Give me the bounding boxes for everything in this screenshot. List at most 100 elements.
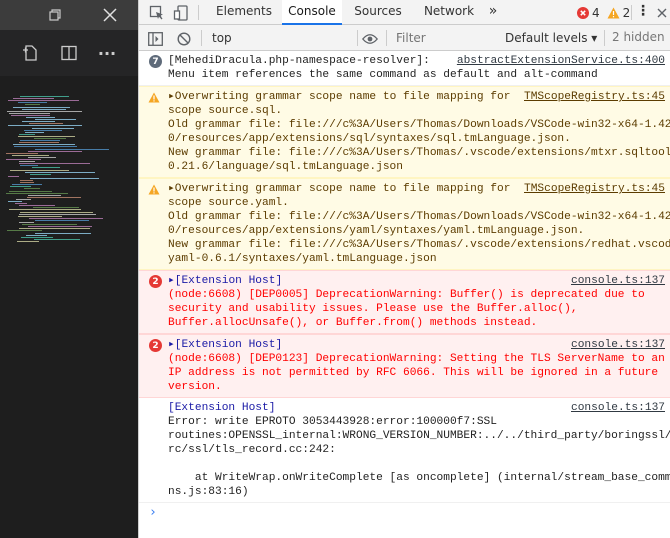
message-line: at WriteWrap.onWriteComplete [as oncompl…	[168, 472, 670, 484]
minimap-code-line	[34, 238, 80, 240]
eye-icon	[361, 33, 378, 44]
minimap-code-line	[33, 207, 79, 209]
message-line: rc/ssl/tls_record.cc:242:	[168, 444, 336, 456]
console-filter-input[interactable]	[391, 29, 497, 47]
message-line: 0.21.6/language/sql.tmLanguage.json	[168, 161, 403, 173]
warning-count: 2	[622, 5, 631, 20]
source-link[interactable]: console.ts:137	[571, 338, 665, 352]
message-line: ns.js:83:16)	[168, 486, 249, 498]
vscode-titlebar	[0, 0, 138, 30]
minimap-code-line	[35, 119, 76, 121]
close-icon	[103, 8, 117, 22]
message-line: 0/resources/app/extensions/sql/syntaxes/…	[168, 133, 571, 145]
minimap-code-line	[17, 240, 39, 242]
console-log-message[interactable]: console.ts:137 [Extension Host] Error: wri…	[139, 398, 670, 503]
source-link[interactable]: console.ts:137	[571, 274, 665, 288]
minimap-code-line	[22, 121, 55, 123]
minimap-code-line	[35, 219, 89, 221]
tab-network[interactable]: Network	[416, 0, 482, 25]
minimap-code-line	[20, 182, 34, 184]
more-actions-button[interactable]: ···	[94, 42, 120, 64]
minimap-code-line	[18, 215, 62, 217]
filterbar-divider	[357, 30, 358, 46]
clear-console-button[interactable]	[174, 29, 193, 48]
minimap-code-line	[25, 104, 40, 106]
console-error-message[interactable]: 2 console.ts:137 ▸[Extension Host] (node:66…	[139, 270, 670, 334]
message-line: (node:6608) [DEP0123] DeprecationWarning…	[168, 353, 665, 365]
console-warning-message[interactable]: TMScopeRegistry.ts:45 ▸Overwriting gramma…	[139, 86, 670, 178]
device-toolbar-button[interactable]	[171, 3, 190, 22]
tabbar-divider	[198, 5, 199, 20]
context-selector[interactable]: top	[205, 28, 353, 48]
devtools-tabbar: Elements Console Sources Network » 4 2 ⋮	[139, 0, 670, 25]
inspect-element-button[interactable]	[147, 3, 166, 22]
close-devtools-button[interactable]	[652, 3, 670, 22]
minimap-code-line	[9, 112, 50, 114]
minimap-code-line	[29, 217, 103, 219]
minimap-code-line	[28, 150, 82, 152]
console-error-message[interactable]: 2 console.ts:137 ▸[Extension Host] (node:66…	[139, 334, 670, 398]
minimap-code-line	[18, 102, 47, 104]
minimap-code-line	[10, 169, 69, 171]
minimap-code-line	[6, 192, 68, 194]
minimap-code-line	[7, 110, 82, 112]
tab-elements[interactable]: Elements	[209, 0, 279, 25]
show-sidebar-button[interactable]	[146, 29, 165, 48]
context-selector-value: top	[212, 31, 232, 45]
minimap-code-line	[16, 198, 31, 200]
message-line: security and usability issues. Please us…	[168, 303, 578, 315]
message-line: Buffer.allocUnsafe(), or Buffer.from() m…	[168, 317, 538, 329]
tab-console[interactable]: Console	[282, 0, 342, 25]
minimap-code-line	[19, 161, 35, 163]
minimap-code-line	[11, 114, 50, 116]
sidebar-icon	[148, 31, 163, 46]
minimap-code-line	[28, 194, 61, 196]
minimap-code-line	[18, 135, 75, 137]
minimap-code-line	[10, 186, 31, 188]
split-editor-button[interactable]	[58, 42, 80, 64]
split-editor-icon	[61, 45, 77, 61]
minimap-code-line	[13, 106, 70, 108]
minimap-code-line	[20, 96, 69, 97]
error-count: 4	[592, 5, 600, 20]
tab-sources[interactable]: Sources	[346, 0, 410, 25]
minimap-code-line	[35, 148, 109, 150]
source-link[interactable]: TMScopeRegistry.ts:45	[524, 90, 665, 104]
log-levels-label: Default levels ▾	[505, 31, 598, 45]
error-counter[interactable]: 4 2	[577, 4, 630, 21]
filterbar-divider	[201, 30, 202, 46]
repeat-count-badge: 7	[149, 55, 162, 68]
live-expression-button[interactable]	[360, 29, 379, 48]
tabbar-divider	[631, 5, 632, 20]
minimap-code-line	[12, 184, 42, 186]
source-link[interactable]: abstractExtensionService.ts:400	[457, 54, 665, 68]
repeat-count-badge: 2	[149, 339, 162, 352]
message-line: routines:OPENSSL_internal:WRONG_VERSION_…	[168, 430, 670, 442]
more-actions-icon: ···	[97, 43, 117, 63]
devtools-menu-button[interactable]: ⋮	[636, 0, 650, 25]
minimap-code-line	[6, 152, 38, 154]
open-changes-button[interactable]	[18, 42, 42, 64]
console-log-message[interactable]: 7 abstractExtensionService.ts:400 [MehediD…	[139, 51, 670, 86]
minimap-code-line	[20, 211, 93, 213]
more-tabs-button[interactable]: »	[483, 0, 503, 25]
source-link[interactable]: TMScopeRegistry.ts:45	[524, 182, 665, 196]
source-link[interactable]: console.ts:137	[571, 401, 665, 415]
minimap-code-line	[8, 100, 79, 102]
log-levels-dropdown[interactable]: Default levels ▾	[501, 28, 601, 48]
minimap-code-line	[24, 129, 62, 131]
minimap-code-line	[12, 154, 49, 156]
message-line: Error: write EPROTO 3053443928:error:100…	[168, 416, 497, 428]
minimap-code-line	[19, 213, 96, 215]
message-line: Old grammar file: file:///c%3A/Users/Tho…	[168, 119, 670, 131]
restore-window-button[interactable]	[44, 4, 66, 26]
message-line: IP address is not permitted by RFC 6066.…	[168, 367, 659, 379]
inspect-icon	[149, 5, 163, 19]
vscode-editor-window: ···	[0, 0, 138, 538]
message-line: scope source.yaml.	[168, 197, 289, 209]
console-warning-message[interactable]: TMScopeRegistry.ts:45 ▸Overwriting gramma…	[139, 178, 670, 270]
minimap-code-line	[26, 117, 55, 118]
close-window-button[interactable]	[98, 3, 122, 27]
editor-minimap[interactable]	[6, 96, 136, 246]
console-prompt[interactable]: ›	[139, 503, 670, 523]
